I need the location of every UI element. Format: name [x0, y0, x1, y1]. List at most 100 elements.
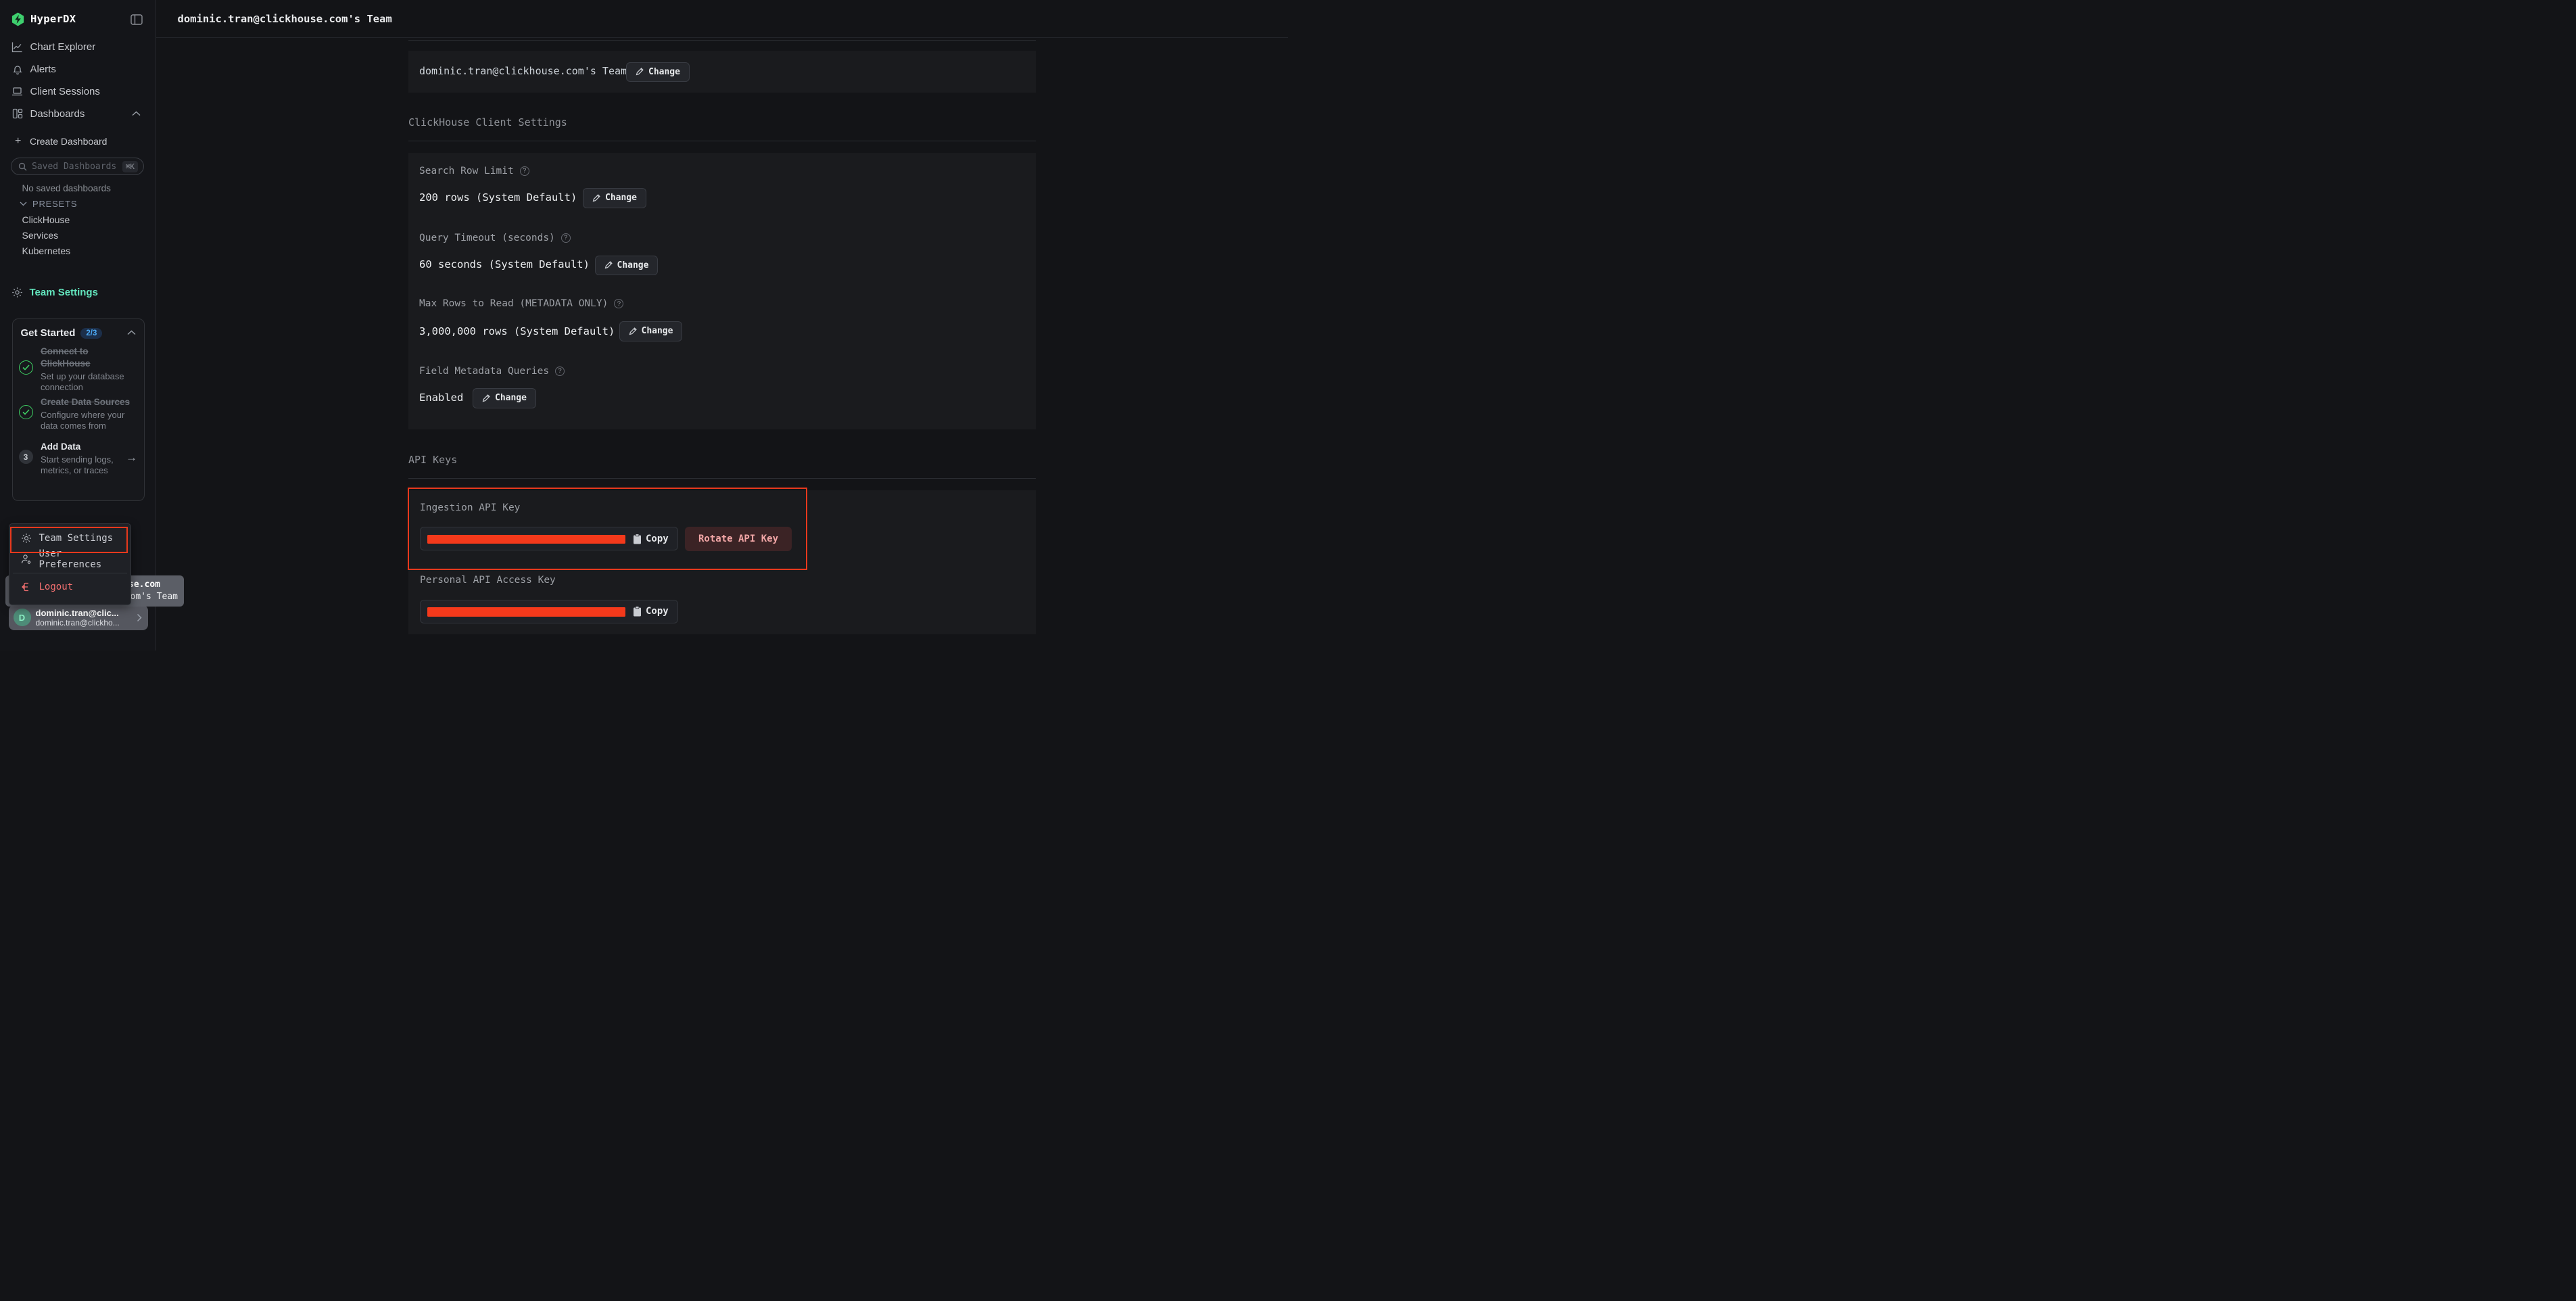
- pencil-icon: [636, 68, 644, 76]
- help-icon[interactable]: ?: [555, 366, 565, 376]
- clipboard-icon: [633, 606, 642, 617]
- gear-icon: [21, 533, 32, 544]
- no-saved-dashboards-text: No saved dashboards: [22, 183, 111, 193]
- app-title: HyperDX: [30, 13, 76, 25]
- chevron-up-icon[interactable]: [132, 111, 141, 116]
- query-timeout-label: Query Timeout (seconds) ?: [419, 233, 571, 243]
- menu-item-user-preferences[interactable]: User Preferences: [13, 549, 127, 570]
- pencil-icon: [482, 394, 490, 402]
- change-search-row-limit-button[interactable]: Change: [583, 188, 646, 208]
- saved-dashboards-search-input[interactable]: Saved Dashboards ⌘K: [11, 158, 144, 175]
- presets-label: PRESETS: [32, 199, 77, 209]
- get-started-step[interactable]: Create Data Sources Configure where your…: [41, 396, 137, 431]
- get-started-step[interactable]: Connect to ClickHouse Set up your databa…: [41, 346, 126, 393]
- preset-item-clickhouse[interactable]: ClickHouse: [22, 214, 70, 225]
- menu-item-logout[interactable]: Logout: [13, 576, 127, 597]
- section-divider: [408, 478, 1036, 479]
- step-title: Connect to ClickHouse: [41, 346, 126, 370]
- check-circle-icon: [19, 405, 33, 419]
- chevron-up-icon[interactable]: [127, 330, 136, 335]
- arrow-right-icon[interactable]: →: [126, 451, 137, 465]
- get-started-header[interactable]: Get Started 2/3: [21, 327, 138, 339]
- step-title: Create Data Sources: [41, 396, 137, 408]
- copy-personal-key-button[interactable]: Copy: [633, 600, 669, 623]
- sidebar-item-alerts[interactable]: Alerts: [0, 58, 156, 80]
- sidebar-item-team-settings[interactable]: Team Settings: [0, 285, 156, 300]
- sidebar-item-label: Client Sessions: [30, 86, 100, 97]
- menu-item-team-settings[interactable]: Team Settings: [13, 528, 127, 549]
- field-metadata-value: Enabled: [419, 392, 463, 404]
- step-number-badge: 3: [19, 450, 33, 464]
- step-desc: Configure where your data comes from: [41, 410, 137, 431]
- help-icon[interactable]: ?: [520, 166, 529, 176]
- user-account-chip[interactable]: D dominic.tran@clic... dominic.tran@clic…: [9, 605, 148, 630]
- account-menu: Team Settings User Preferences Logout: [9, 523, 131, 605]
- step-desc: Set up your database connection: [41, 371, 126, 393]
- section-divider: [408, 40, 1036, 41]
- ingestion-api-key-field: Copy: [420, 527, 678, 550]
- pencil-icon: [629, 327, 637, 335]
- chart-line-icon: [11, 41, 24, 53]
- collapse-sidebar-icon[interactable]: [128, 12, 145, 27]
- pencil-icon: [604, 261, 613, 269]
- personal-api-key-label: Personal API Access Key: [420, 575, 556, 586]
- ingestion-api-key-label: Ingestion API Key: [420, 502, 520, 513]
- preset-item-services[interactable]: Services: [22, 230, 59, 241]
- personal-api-key-field: Copy: [420, 600, 678, 623]
- hyperdx-logo-icon: [11, 12, 25, 26]
- redacted-api-key: [427, 535, 626, 544]
- sidebar-item-client-sessions[interactable]: Client Sessions: [0, 80, 156, 103]
- avatar: D: [14, 609, 31, 626]
- bell-icon: [11, 64, 24, 75]
- user-name: dominic.tran@clic...: [36, 608, 119, 618]
- query-timeout-value: 60 seconds (System Default): [419, 258, 590, 270]
- chevron-right-icon: [137, 613, 142, 622]
- user-gear-icon: [21, 554, 32, 565]
- tooltip-line-1: se.com: [128, 579, 160, 590]
- search-row-limit-value: 200 rows (System Default): [419, 191, 577, 204]
- step-title: Add Data: [41, 441, 120, 453]
- kbd-shortcut-badge: ⌘K: [122, 161, 138, 172]
- change-team-name-button[interactable]: Change: [626, 62, 690, 82]
- max-rows-value: 3,000,000 rows (System Default): [419, 325, 615, 337]
- create-dashboard-label: Create Dashboard: [30, 136, 107, 147]
- menu-item-label: Team Settings: [39, 533, 114, 544]
- pencil-icon: [592, 194, 600, 202]
- page-title: dominic.tran@clickhouse.com's Team: [178, 13, 392, 25]
- redacted-api-key: [427, 607, 626, 617]
- get-started-progress-badge: 2/3: [80, 328, 102, 339]
- logout-icon: [21, 582, 32, 592]
- api-keys-panel: Ingestion API Key Copy Rotate API Key Pe…: [408, 490, 1036, 634]
- sidebar-item-label: Dashboards: [30, 108, 85, 120]
- help-icon[interactable]: ?: [614, 299, 623, 308]
- presets-header[interactable]: PRESETS: [20, 199, 77, 209]
- get-started-card: Get Started 2/3 Connect to ClickHouse Se…: [12, 318, 145, 501]
- search-placeholder: Saved Dashboards: [32, 162, 122, 172]
- search-icon: [18, 162, 27, 171]
- change-query-timeout-button[interactable]: Change: [595, 256, 659, 276]
- chevron-down-icon: [20, 202, 27, 206]
- api-keys-heading: API Keys: [408, 454, 457, 466]
- copy-ingestion-key-button[interactable]: Copy: [633, 527, 669, 550]
- client-settings-panel: Search Row Limit ? 200 rows (System Defa…: [408, 153, 1036, 430]
- sidebar-item-dashboards[interactable]: Dashboards: [0, 103, 156, 125]
- plus-icon: +: [15, 135, 24, 147]
- sidebar-item-label: Chart Explorer: [30, 41, 96, 53]
- rotate-api-key-button[interactable]: Rotate API Key: [685, 527, 792, 551]
- clipboard-icon: [633, 534, 642, 544]
- change-max-rows-button[interactable]: Change: [619, 321, 683, 341]
- create-dashboard-button[interactable]: + Create Dashboard: [0, 133, 156, 150]
- menu-item-label: User Preferences: [39, 548, 127, 570]
- help-icon[interactable]: ?: [561, 233, 571, 243]
- menu-item-label: Logout: [39, 582, 74, 592]
- tooltip-line-2: com's Team: [125, 592, 178, 602]
- get-started-step[interactable]: Add Data Start sending logs, metrics, or…: [41, 441, 120, 476]
- logo-row: HyperDX: [11, 9, 149, 29]
- search-row-limit-label: Search Row Limit ?: [419, 166, 529, 176]
- change-field-metadata-button[interactable]: Change: [473, 388, 536, 408]
- client-settings-heading: ClickHouse Client Settings: [408, 116, 567, 128]
- sidebar-item-chart-explorer[interactable]: Chart Explorer: [0, 36, 156, 58]
- preset-item-kubernetes[interactable]: Kubernetes: [22, 245, 71, 256]
- sidebar-item-label: Alerts: [30, 64, 56, 75]
- laptop-icon: [11, 87, 24, 97]
